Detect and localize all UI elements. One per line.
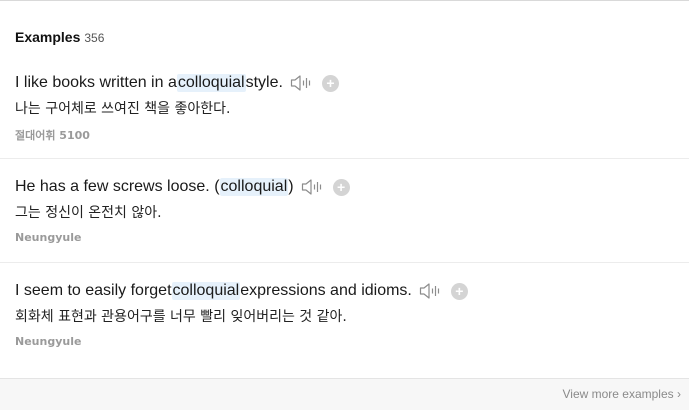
highlighted-word: colloquial bbox=[176, 74, 246, 92]
highlighted-word: colloquial bbox=[171, 282, 241, 300]
example-sentence-en: I seem to easily forget colloquial expre… bbox=[15, 280, 468, 302]
view-more-label: View more examples bbox=[562, 387, 674, 401]
sentence-text: I seem to easily forget bbox=[15, 282, 172, 299]
view-more-examples-link[interactable]: View more examples › bbox=[562, 387, 681, 401]
top-divider bbox=[0, 0, 689, 1]
sentence-text: ) bbox=[288, 178, 294, 195]
sentence-text: I like books written in a bbox=[15, 74, 177, 91]
example-sentence-en: He has a few screws loose. (colloquial) … bbox=[15, 176, 350, 198]
example-source: Neungyule bbox=[15, 231, 82, 244]
example-translation-ko: 회화체 표현과 관용어구를 너무 빨리 잊어버리는 것 같아. bbox=[15, 309, 347, 325]
example-source: 절대어휘 5100 bbox=[15, 129, 90, 142]
add-to-wordbook-plus-icon[interactable]: + bbox=[450, 282, 468, 300]
sentence-text: expressions and idioms. bbox=[240, 282, 412, 299]
example-sentence-en: I like books written in a colloquial sty… bbox=[15, 72, 339, 94]
footer-bar: View more examples › bbox=[0, 378, 689, 410]
add-to-wordbook-plus-icon[interactable]: + bbox=[321, 74, 339, 92]
divider bbox=[0, 158, 689, 159]
sentence-text: style. bbox=[245, 74, 283, 91]
example-translation-ko: 나는 구어체로 쓰여진 책을 좋아한다. bbox=[15, 101, 231, 117]
divider bbox=[0, 262, 689, 263]
sentence-text: He has a few screws loose. ( bbox=[15, 178, 220, 195]
speaker-icon[interactable] bbox=[301, 178, 325, 196]
example-translation-ko: 그는 정신이 온전치 않아. bbox=[15, 205, 162, 221]
chevron-right-icon: › bbox=[677, 387, 681, 401]
example-source: Neungyule bbox=[15, 335, 82, 348]
speaker-icon[interactable] bbox=[419, 282, 443, 300]
speaker-icon[interactable] bbox=[290, 74, 314, 92]
highlighted-word: colloquial bbox=[219, 178, 289, 196]
section-title: Examples bbox=[15, 29, 81, 45]
add-to-wordbook-plus-icon[interactable]: + bbox=[332, 178, 350, 196]
examples-count: 356 bbox=[84, 31, 105, 45]
examples-header: Examples 356 bbox=[15, 29, 104, 47]
